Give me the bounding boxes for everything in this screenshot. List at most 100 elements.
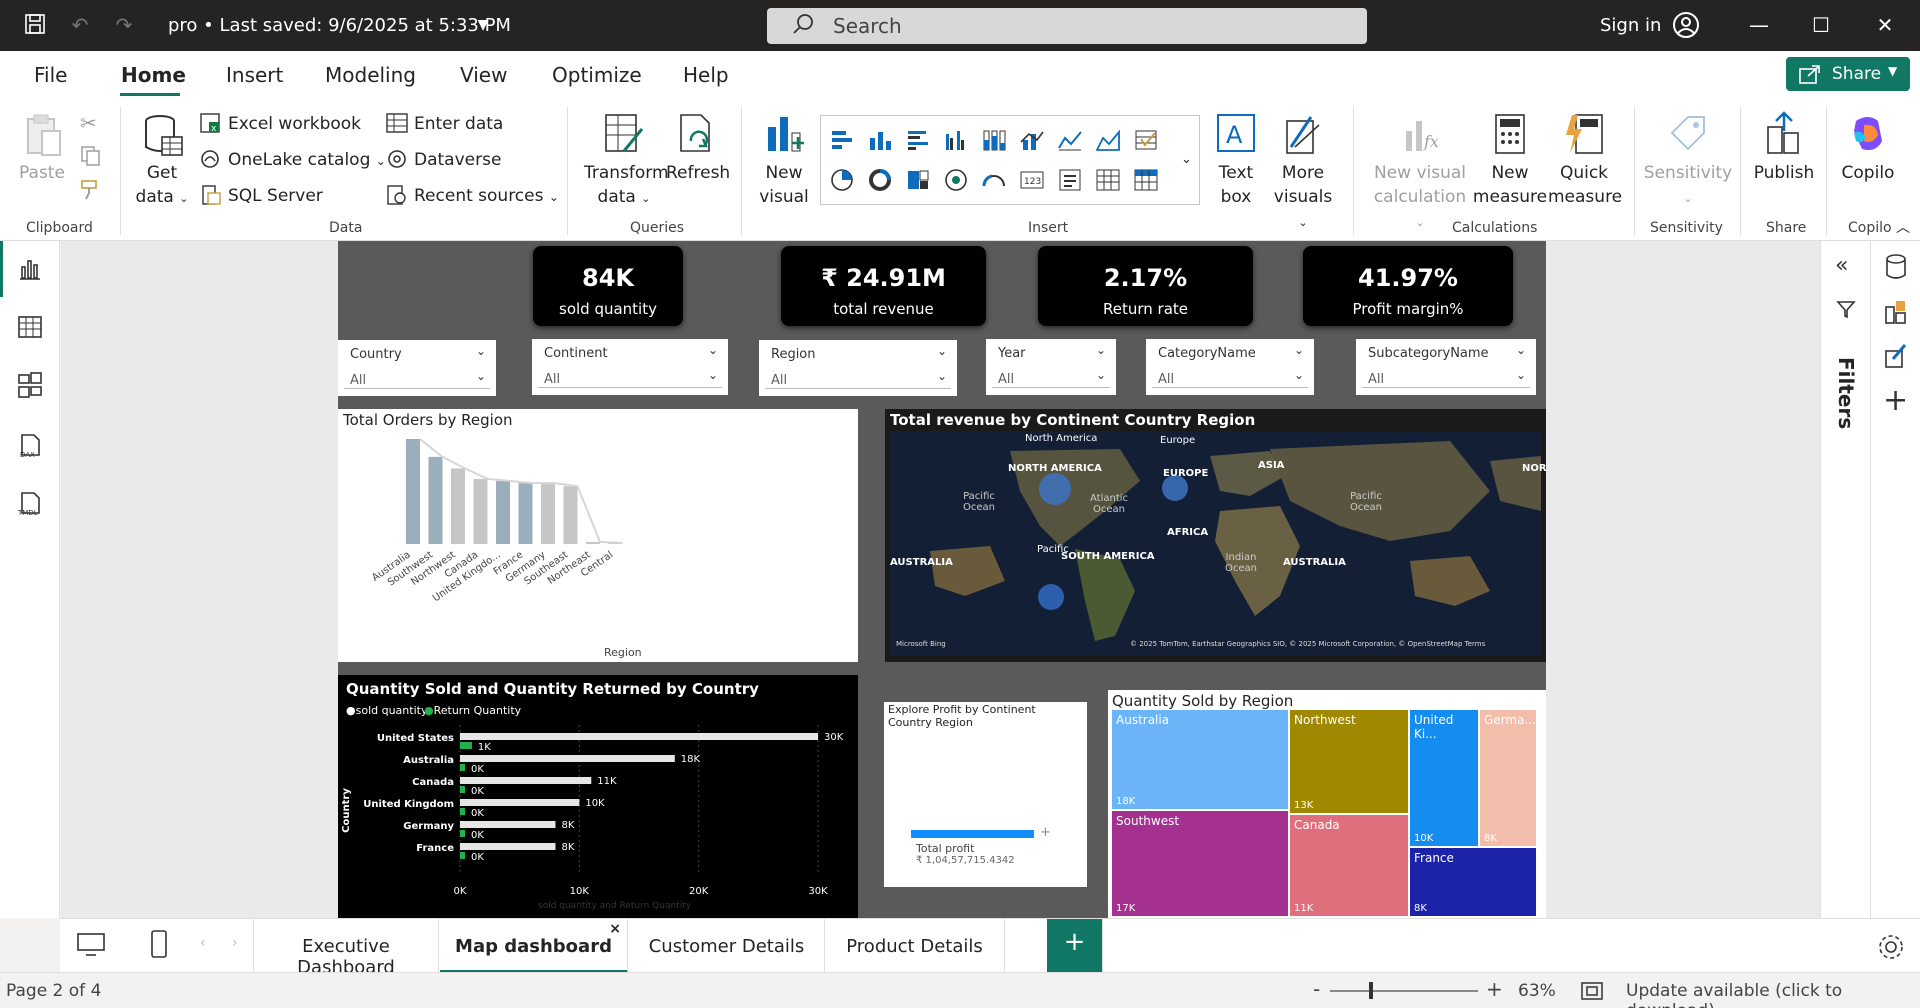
bar[interactable]: [563, 486, 578, 544]
tmdl-view-icon[interactable]: TMDL: [16, 489, 44, 517]
minimize-icon[interactable]: —: [1746, 12, 1772, 38]
bar[interactable]: [496, 481, 510, 544]
bar-sold[interactable]: [460, 821, 556, 828]
publish-button[interactable]: Publish: [1752, 111, 1816, 185]
fit-to-page-icon[interactable]: [1580, 981, 1604, 1006]
menu-home[interactable]: Home: [121, 63, 186, 87]
bar-returned[interactable]: [460, 764, 465, 771]
slicer-country[interactable]: Country ⌄ All ⌄: [338, 340, 496, 396]
donut-chart-icon[interactable]: [867, 168, 893, 192]
slicer-continent[interactable]: Continent ⌄ All ⌄: [532, 339, 728, 395]
treemap-icon[interactable]: [905, 168, 931, 192]
gauge-icon[interactable]: [981, 168, 1007, 192]
model-view-icon[interactable]: [16, 371, 44, 399]
multi-row-card-icon[interactable]: [1057, 168, 1083, 192]
menu-modeling[interactable]: Modeling: [325, 63, 416, 87]
pie-chart-icon[interactable]: [829, 168, 855, 192]
line-chart-icon[interactable]: [1057, 128, 1083, 152]
slicer-category-name[interactable]: CategoryName ⌄ All ⌄: [1146, 339, 1314, 395]
slicer-subcategory-name[interactable]: SubcategoryName ⌄ All ⌄: [1356, 339, 1536, 395]
slicer-region[interactable]: Region ⌄ All ⌄: [759, 340, 957, 396]
undo-icon[interactable]: ↶: [67, 12, 93, 38]
add-page-button[interactable]: +: [1047, 919, 1103, 973]
menu-optimize[interactable]: Optimize: [552, 63, 642, 87]
chevron-down-icon[interactable]: ⌄: [708, 368, 718, 382]
chevron-down-icon[interactable]: ⌄: [1294, 368, 1304, 382]
expand-plus-icon[interactable]: +: [1040, 825, 1051, 840]
stacked-column-icon[interactable]: [867, 128, 893, 152]
bar[interactable]: [428, 456, 443, 544]
new-visual-calculation-button[interactable]: fx New visual calculation ⌄: [1372, 111, 1468, 235]
menu-view[interactable]: View: [460, 63, 507, 87]
area-chart-icon[interactable]: [1095, 128, 1121, 152]
line-column-icon[interactable]: [1019, 128, 1045, 152]
tab-product-details[interactable]: Product Details: [825, 919, 1005, 973]
bar[interactable]: [473, 478, 488, 544]
expand-pane-icon[interactable]: «: [1835, 253, 1848, 278]
paste-button[interactable]: Paste: [16, 111, 68, 185]
tab-customer-details[interactable]: Customer Details: [629, 919, 825, 973]
chevron-down-icon[interactable]: ⌄: [1516, 368, 1526, 382]
bar-sold[interactable]: [460, 755, 675, 762]
get-data-button[interactable]: Get data ⌄: [134, 111, 190, 211]
treemap-cell[interactable]: Australia 18K: [1112, 710, 1288, 809]
treemap-cell[interactable]: United Ki... 10K: [1410, 710, 1478, 846]
enter-data-button[interactable]: Enter data: [386, 113, 503, 134]
table-visual-icon[interactable]: [1095, 168, 1121, 192]
bar-sold[interactable]: [460, 733, 818, 740]
stacked-bar-icon[interactable]: [829, 128, 855, 152]
text-box-button[interactable]: A Text box: [1210, 111, 1262, 209]
profit-decomposition-visual[interactable]: Explore Profit by Continent Country Regi…: [884, 702, 1087, 887]
account-icon[interactable]: [1672, 11, 1699, 38]
gallery-expand-icon[interactable]: ⌄: [1181, 152, 1192, 167]
share-button[interactable]: Share ▼: [1786, 57, 1910, 91]
recent-sources-button[interactable]: Recent sources ⌄: [386, 185, 559, 206]
bar[interactable]: [406, 439, 420, 544]
bar[interactable]: [586, 541, 600, 544]
redo-icon[interactable]: ↷: [111, 12, 137, 38]
settings-icon[interactable]: [1877, 933, 1905, 965]
onelake-catalog-button[interactable]: OneLake catalog ⌄: [200, 149, 386, 170]
new-measure-button[interactable]: New measure: [1472, 111, 1548, 209]
clustered-bar-icon[interactable]: [905, 128, 931, 152]
chevron-down-icon[interactable]: ⌄: [476, 369, 486, 383]
scroll-right-icon[interactable]: ›: [232, 935, 238, 951]
revenue-map-visual[interactable]: Total revenue by Continent Country Regio…: [885, 409, 1546, 662]
cut-icon[interactable]: ✂: [80, 111, 97, 135]
qty-by-region-treemap-visual[interactable]: Quantity Sold by Region Australia 18K Sout…: [1108, 690, 1546, 918]
map-attribution[interactable]: © 2025 TomTom, Earthstar Geographics SIO…: [1130, 640, 1485, 648]
bar-sold[interactable]: [460, 799, 580, 806]
zoom-out-button[interactable]: -: [1313, 977, 1320, 1001]
search-input[interactable]: Search: [767, 8, 1367, 44]
menu-insert[interactable]: Insert: [226, 63, 283, 87]
menu-file[interactable]: File: [34, 63, 67, 87]
treemap-cell[interactable]: Northwest 13K: [1290, 710, 1408, 813]
map-icon[interactable]: [943, 168, 969, 192]
treemap-cell[interactable]: Southwest 17K: [1112, 811, 1288, 916]
close-icon[interactable]: ✕: [1872, 12, 1898, 38]
chevron-down-icon[interactable]: ▼: [470, 12, 496, 38]
world-map[interactable]: [890, 431, 1541, 656]
bar[interactable]: [541, 483, 555, 544]
tab-executive-dashboard[interactable]: Executive Dashboard: [253, 919, 439, 978]
bar-returned[interactable]: [460, 830, 465, 837]
qty-sold-returned-visual[interactable]: Quantity Sold and Quantity Returned by C…: [338, 675, 858, 918]
bar-sold[interactable]: [460, 777, 592, 784]
treemap-cell[interactable]: France 8K: [1410, 848, 1536, 916]
zoom-slider-thumb[interactable]: [1369, 982, 1373, 999]
treemap-cell[interactable]: Germa... 8K: [1480, 710, 1536, 846]
data-pane-icon[interactable]: [1883, 253, 1909, 281]
table-view-icon[interactable]: [16, 313, 44, 341]
zoom-in-button[interactable]: +: [1486, 977, 1503, 1001]
zoom-slider-track[interactable]: [1330, 990, 1478, 992]
bar[interactable]: [518, 483, 533, 544]
dataverse-button[interactable]: Dataverse: [386, 149, 501, 170]
kpi-card-sold-quantity[interactable]: 84K sold quantity: [533, 246, 683, 326]
card-icon[interactable]: 123: [1019, 168, 1045, 192]
dax-query-view-icon[interactable]: DAX: [16, 431, 44, 459]
clustered-column-icon[interactable]: [943, 128, 969, 152]
excel-workbook-button[interactable]: x Excel workbook: [200, 113, 361, 134]
menu-help[interactable]: Help: [683, 63, 729, 87]
copilot-button[interactable]: Copilo: [1838, 111, 1898, 185]
ribbon-chart-icon[interactable]: [1133, 128, 1159, 152]
